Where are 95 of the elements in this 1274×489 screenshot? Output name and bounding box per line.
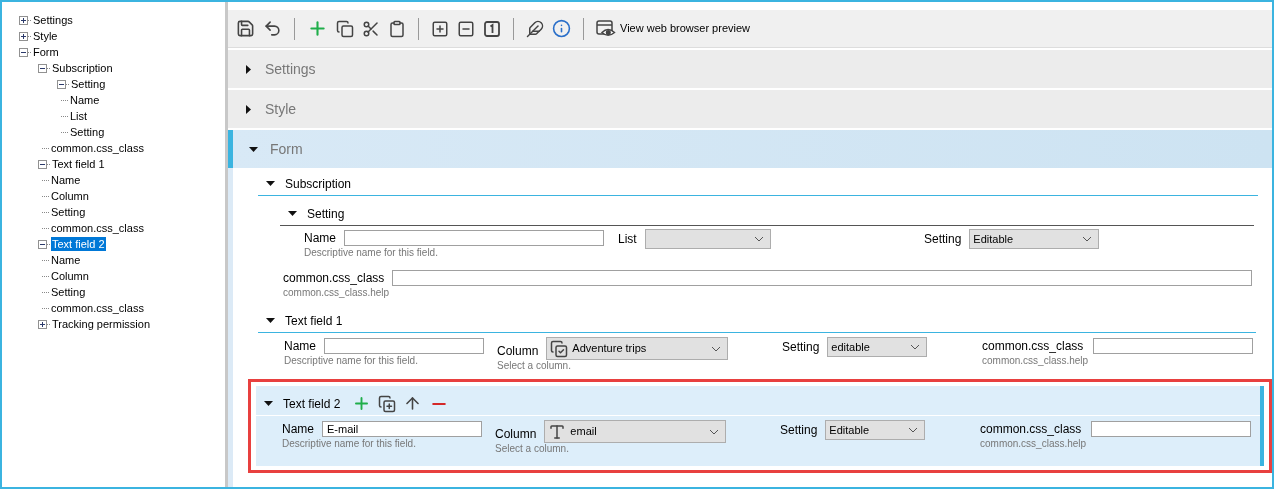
chevron-down-icon [711,345,722,352]
group-title: Text field 2 [283,395,341,413]
field-label: Column [495,425,537,443]
field-label: common.css_class [980,421,1082,438]
help-text: common.css_class.help [283,287,391,299]
field-label: List [618,231,637,248]
help-text: Descriptive name for this field. [282,438,417,450]
tree-item[interactable]: Form [32,45,60,59]
collapse-icon[interactable] [38,159,47,169]
field-label: Setting [780,422,818,439]
chevron-down-icon [908,427,919,433]
duplicate-icon[interactable] [378,394,397,413]
text-field[interactable] [1091,421,1252,437]
dropdown[interactable]: editable [827,337,928,357]
help-text: common.css_class.help [980,438,1088,450]
collapse-icon[interactable] [38,63,47,73]
expand-caret-icon[interactable] [244,64,253,74]
section-header[interactable]: Style [228,90,1272,128]
collapse-icon[interactable] [19,47,28,57]
tree-item[interactable]: Style [32,29,59,43]
expand-icon[interactable] [19,31,28,41]
tree-item[interactable]: Tracking permission [51,317,151,331]
field-label: Setting [924,231,962,248]
dropdown[interactable]: Editable [969,229,1100,249]
group-title: Setting [307,205,345,223]
chevron-down-icon [910,344,921,350]
field-label: Name [282,421,314,438]
collapse-icon[interactable] [57,79,66,89]
text-field[interactable] [344,230,604,246]
field-label: common.css_class [982,338,1084,355]
text-field[interactable]: E-mail [322,421,482,437]
square-minus-icon[interactable] [457,19,475,38]
tree-item[interactable]: common.css_class [50,301,145,315]
help-text: common.css_class.help [982,355,1090,367]
section-header[interactable]: Settings [228,50,1272,88]
browser-eye-icon [596,19,616,38]
collapse-caret-icon[interactable] [249,144,258,154]
add-icon[interactable] [307,18,328,39]
tree-item[interactable]: Text field 2 [51,237,106,251]
help-text: Select a column. [497,360,572,372]
square-one-icon[interactable] [483,19,501,38]
field-label: Setting [782,339,820,356]
dropdown[interactable]: email [544,420,727,443]
collapse-icon[interactable] [38,239,47,249]
collapse-caret-icon[interactable] [266,179,275,188]
collapse-caret-icon[interactable] [288,209,297,218]
expand-icon[interactable] [19,15,28,25]
help-text: Select a column. [495,443,570,455]
tree-item[interactable]: Name [69,93,101,107]
tree-item[interactable]: Text field 1 [51,157,106,171]
copy-icon[interactable] [336,19,354,38]
expand-caret-icon[interactable] [244,104,253,114]
tree-item[interactable]: Setting [50,285,87,299]
tree-item[interactable]: Setting [70,77,107,91]
group-title: Text field 1 [285,312,343,330]
tree-item[interactable]: common.css_class [50,221,145,235]
field-label: Column [497,342,539,360]
tree-item[interactable]: Subscription [51,61,114,75]
tree-item[interactable]: Setting [50,205,87,219]
save-icon[interactable] [236,19,255,38]
field-label: Name [304,230,336,247]
tree-item[interactable]: Name [50,253,82,267]
tree-item[interactable]: common.css_class [50,141,145,155]
square-plus-icon[interactable] [431,19,449,38]
expand-icon[interactable] [38,319,47,329]
group-title: Subscription [285,175,352,193]
tree-item[interactable]: Column [50,189,90,203]
chevron-down-icon [753,236,764,242]
help-text: Descriptive name for this field. [284,355,419,367]
text-field[interactable] [392,270,1252,286]
chevron-down-icon [709,428,720,435]
tree-item[interactable]: List [69,109,89,123]
tree-item[interactable]: Name [50,173,82,187]
cut-icon[interactable] [362,19,380,38]
paste-icon[interactable] [388,19,406,38]
preview-button[interactable]: View web browser preview [596,19,751,38]
tree-item[interactable]: Column [50,269,90,283]
help-text: Descriptive name for this field. [304,247,439,259]
dropdown[interactable]: Adventure trips [546,337,729,360]
info-icon[interactable] [552,19,571,38]
dropdown[interactable]: Editable [825,420,926,440]
undo-icon[interactable] [263,19,282,38]
checkbox-icon [550,339,569,358]
text-type-icon [548,422,567,441]
chevron-down-icon [1082,236,1093,242]
collapse-caret-icon[interactable] [266,316,275,325]
text-field[interactable] [1093,338,1254,354]
feather-icon[interactable] [526,19,544,38]
field-label: Name [284,338,316,355]
collapse-caret-icon[interactable] [264,399,273,408]
text-field[interactable] [324,338,484,354]
tree-item[interactable]: Setting [69,125,106,139]
tree-item[interactable]: Settings [32,13,74,27]
field-label: common.css_class [283,270,385,287]
section-header[interactable]: Form [228,130,1272,168]
